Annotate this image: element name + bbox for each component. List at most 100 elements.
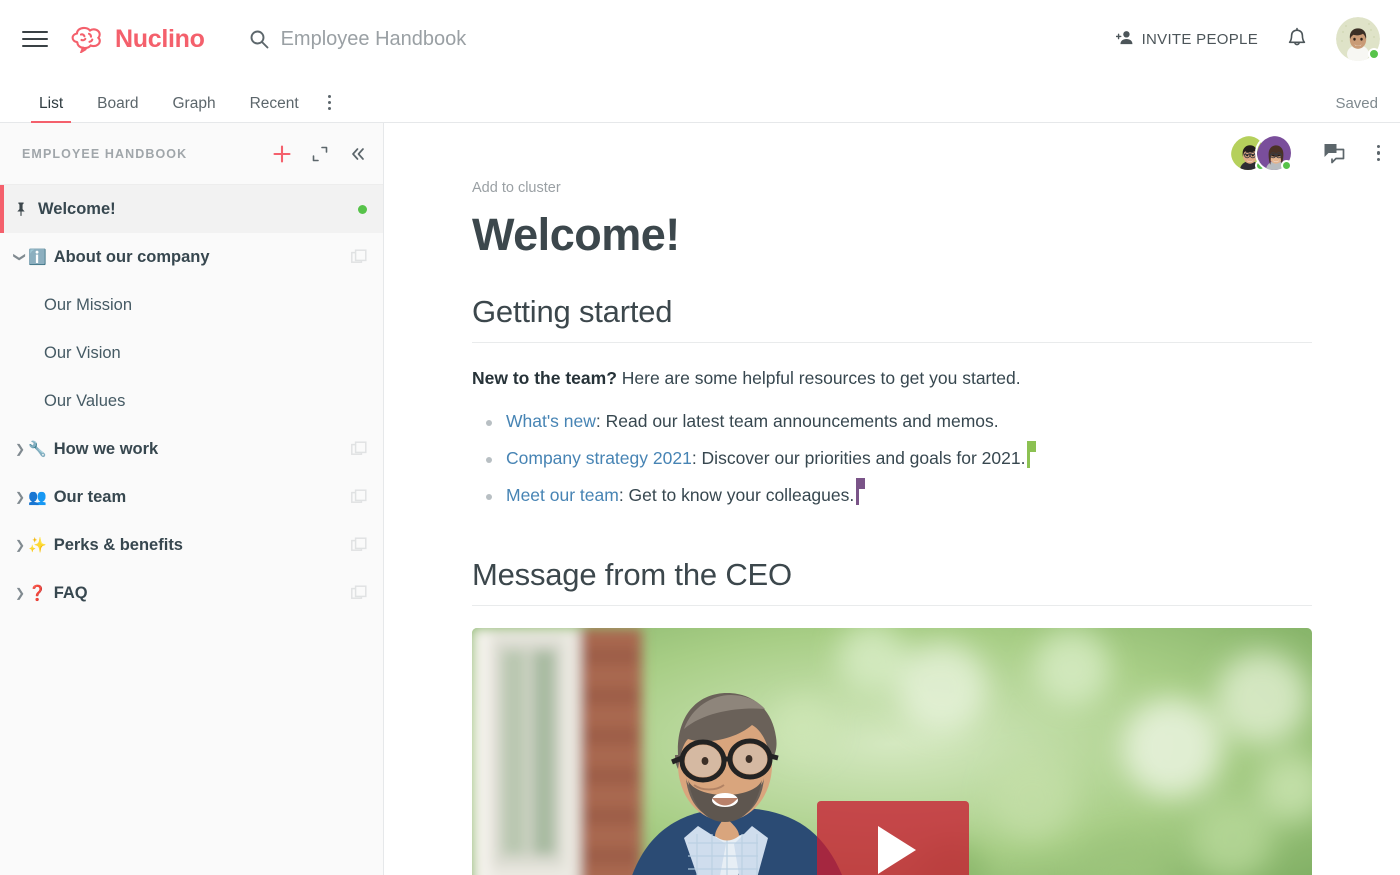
save-status-label: Saved (1335, 95, 1378, 112)
intro-bold-text: New to the team? (472, 367, 617, 388)
resource-list: What's new: Read our latest team announc… (472, 408, 1400, 509)
link-whats-new[interactable]: What's new (506, 411, 596, 431)
view-tabs: List Board Graph Recent (22, 78, 343, 123)
add-to-cluster-button[interactable]: Add to cluster (472, 180, 561, 196)
heading-message-from-ceo: Message from the CEO (472, 557, 1312, 606)
sidebar-item-our-mission[interactable]: Our Mission (0, 281, 383, 329)
duplicate-icon[interactable] (351, 585, 367, 601)
chevron-down-icon[interactable]: ❯ (13, 249, 27, 265)
sidebar-header: EMPLOYEE HANDBOOK (0, 123, 383, 185)
online-status-dot (1368, 48, 1380, 60)
collapse-sidebar-icon[interactable] (349, 145, 367, 163)
pin-icon (12, 201, 30, 217)
sidebar-item-faq[interactable]: ❯ ❓ FAQ (0, 569, 383, 617)
video-embed[interactable] (472, 628, 1312, 875)
page-title[interactable]: Welcome! (472, 210, 1400, 260)
nuclino-brain-icon (70, 25, 106, 55)
tab-graph[interactable]: Graph (156, 78, 233, 122)
list-item-text: : Get to know your colleagues. (618, 484, 855, 505)
sidebar-item-trailing[interactable] (351, 441, 367, 457)
sidebar-item-label: Our Vision (44, 343, 121, 362)
sidebar-item-label: Our Mission (44, 295, 133, 314)
sidebar-item-label: About our company (53, 247, 210, 266)
collaborator-avatars (1228, 134, 1293, 172)
document-toolbar (1228, 123, 1385, 183)
sidebar-item-our-vision[interactable]: Our Vision (0, 329, 383, 377)
expand-icon[interactable] (311, 145, 329, 163)
top-bar-actions: INVITE PEOPLE (1115, 17, 1380, 61)
list-item: Meet our team: Get to know your colleagu… (482, 477, 1400, 509)
brand-name: Nuclino (115, 24, 205, 53)
user-avatar[interactable] (1336, 17, 1380, 61)
link-company-strategy[interactable]: Company strategy 2021 (506, 448, 692, 468)
document-pane: Add to cluster Welcome! Getting started … (384, 123, 1400, 875)
sidebar: EMPLOYEE HANDBOOK Welcome! ❯ ℹ️ About ou… (0, 123, 384, 875)
sidebar-item-trailing (358, 204, 367, 214)
notifications-bell-icon[interactable] (1286, 27, 1308, 51)
sidebar-item-trailing[interactable] (351, 249, 367, 265)
sidebar-item-how-we-work[interactable]: ❯ 🔧 How we work (0, 425, 383, 473)
sidebar-item-trailing[interactable] (351, 489, 367, 505)
search-placeholder-text: Employee Handbook (280, 27, 467, 50)
chevron-right-icon[interactable]: ❯ (12, 443, 28, 455)
add-item-icon[interactable] (271, 143, 293, 165)
chevron-right-icon[interactable]: ❯ (12, 587, 28, 599)
comments-icon[interactable] (1323, 142, 1345, 164)
app-body: EMPLOYEE HANDBOOK Welcome! ❯ ℹ️ About ou… (0, 123, 1400, 875)
document-more-icon[interactable] (1373, 141, 1385, 166)
sidebar-item-label: Perks & benefits (53, 535, 183, 554)
sidebar-item-trailing[interactable] (351, 585, 367, 601)
search-input[interactable]: Employee Handbook (249, 28, 1116, 51)
duplicate-icon[interactable] (351, 489, 367, 505)
sidebar-item-label: Our Values (44, 391, 126, 410)
list-item: Company strategy 2021: Discover our prio… (482, 440, 1400, 472)
search-icon (249, 29, 269, 49)
sidebar-item-label: FAQ (53, 583, 88, 602)
duplicate-icon[interactable] (351, 249, 367, 265)
list-item-text: : Discover our priorities and goals for … (691, 447, 1026, 468)
duplicate-icon[interactable] (351, 537, 367, 553)
wrench-emoji-icon: 🔧 (28, 440, 47, 458)
sidebar-item-label: Our team (53, 487, 127, 506)
sidebar-item-our-values[interactable]: Our Values (0, 377, 383, 425)
tab-recent[interactable]: Recent (233, 78, 316, 122)
intro-paragraph: New to the team? Here are some helpful r… (472, 365, 1400, 392)
collaborator-caret-purple (856, 477, 866, 505)
sidebar-item-welcome[interactable]: Welcome! (0, 185, 383, 233)
collaborator-avatar-2[interactable] (1254, 134, 1293, 172)
intro-rest-text: Here are some helpful resources to get y… (616, 367, 1021, 388)
tab-list[interactable]: List (22, 78, 80, 123)
view-tab-bar: List Board Graph Recent Saved (0, 78, 1400, 123)
play-button[interactable] (817, 801, 969, 875)
invite-people-button[interactable]: INVITE PEOPLE (1115, 30, 1258, 49)
people-emoji-icon: 👥 (28, 488, 47, 506)
add-person-icon (1115, 30, 1135, 49)
sidebar-item-trailing[interactable] (351, 537, 367, 553)
invite-people-label: INVITE PEOPLE (1141, 30, 1258, 48)
sidebar-item-label: How we work (53, 439, 159, 458)
collaborator-caret-green (1027, 440, 1037, 468)
duplicate-icon[interactable] (351, 441, 367, 457)
collaborator-online-dot (1280, 160, 1292, 171)
chevron-right-icon[interactable]: ❯ (12, 539, 28, 551)
list-item-text: : Read our latest team announcements and… (595, 410, 999, 431)
tab-more-icon[interactable] (316, 78, 343, 122)
play-triangle-icon (878, 826, 916, 874)
question-emoji-icon: ❓ (28, 584, 47, 602)
sidebar-item-label: Welcome! (38, 199, 116, 218)
heading-getting-started: Getting started (472, 294, 1312, 343)
sidebar-item-our-team[interactable]: ❯ 👥 Our team (0, 473, 383, 521)
list-item: What's new: Read our latest team announc… (482, 408, 1400, 435)
item-online-dot (358, 204, 367, 214)
sparkles-emoji-icon: ✨ (28, 536, 47, 554)
sidebar-item-about-our-company[interactable]: ❯ ℹ️ About our company (0, 233, 383, 281)
top-bar: Nuclino Employee Handbook INVITE PEOPLE (0, 0, 1400, 78)
sidebar-item-perks-and-benefits[interactable]: ❯ ✨ Perks & benefits (0, 521, 383, 569)
brand-logo-link[interactable]: Nuclino (70, 24, 205, 55)
workspace-title: EMPLOYEE HANDBOOK (22, 146, 188, 161)
tab-board[interactable]: Board (80, 78, 155, 122)
hamburger-menu-icon[interactable] (22, 26, 48, 52)
link-meet-our-team[interactable]: Meet our team (506, 485, 619, 505)
chevron-right-icon[interactable]: ❯ (12, 491, 28, 503)
info-emoji-icon: ℹ️ (28, 248, 47, 266)
